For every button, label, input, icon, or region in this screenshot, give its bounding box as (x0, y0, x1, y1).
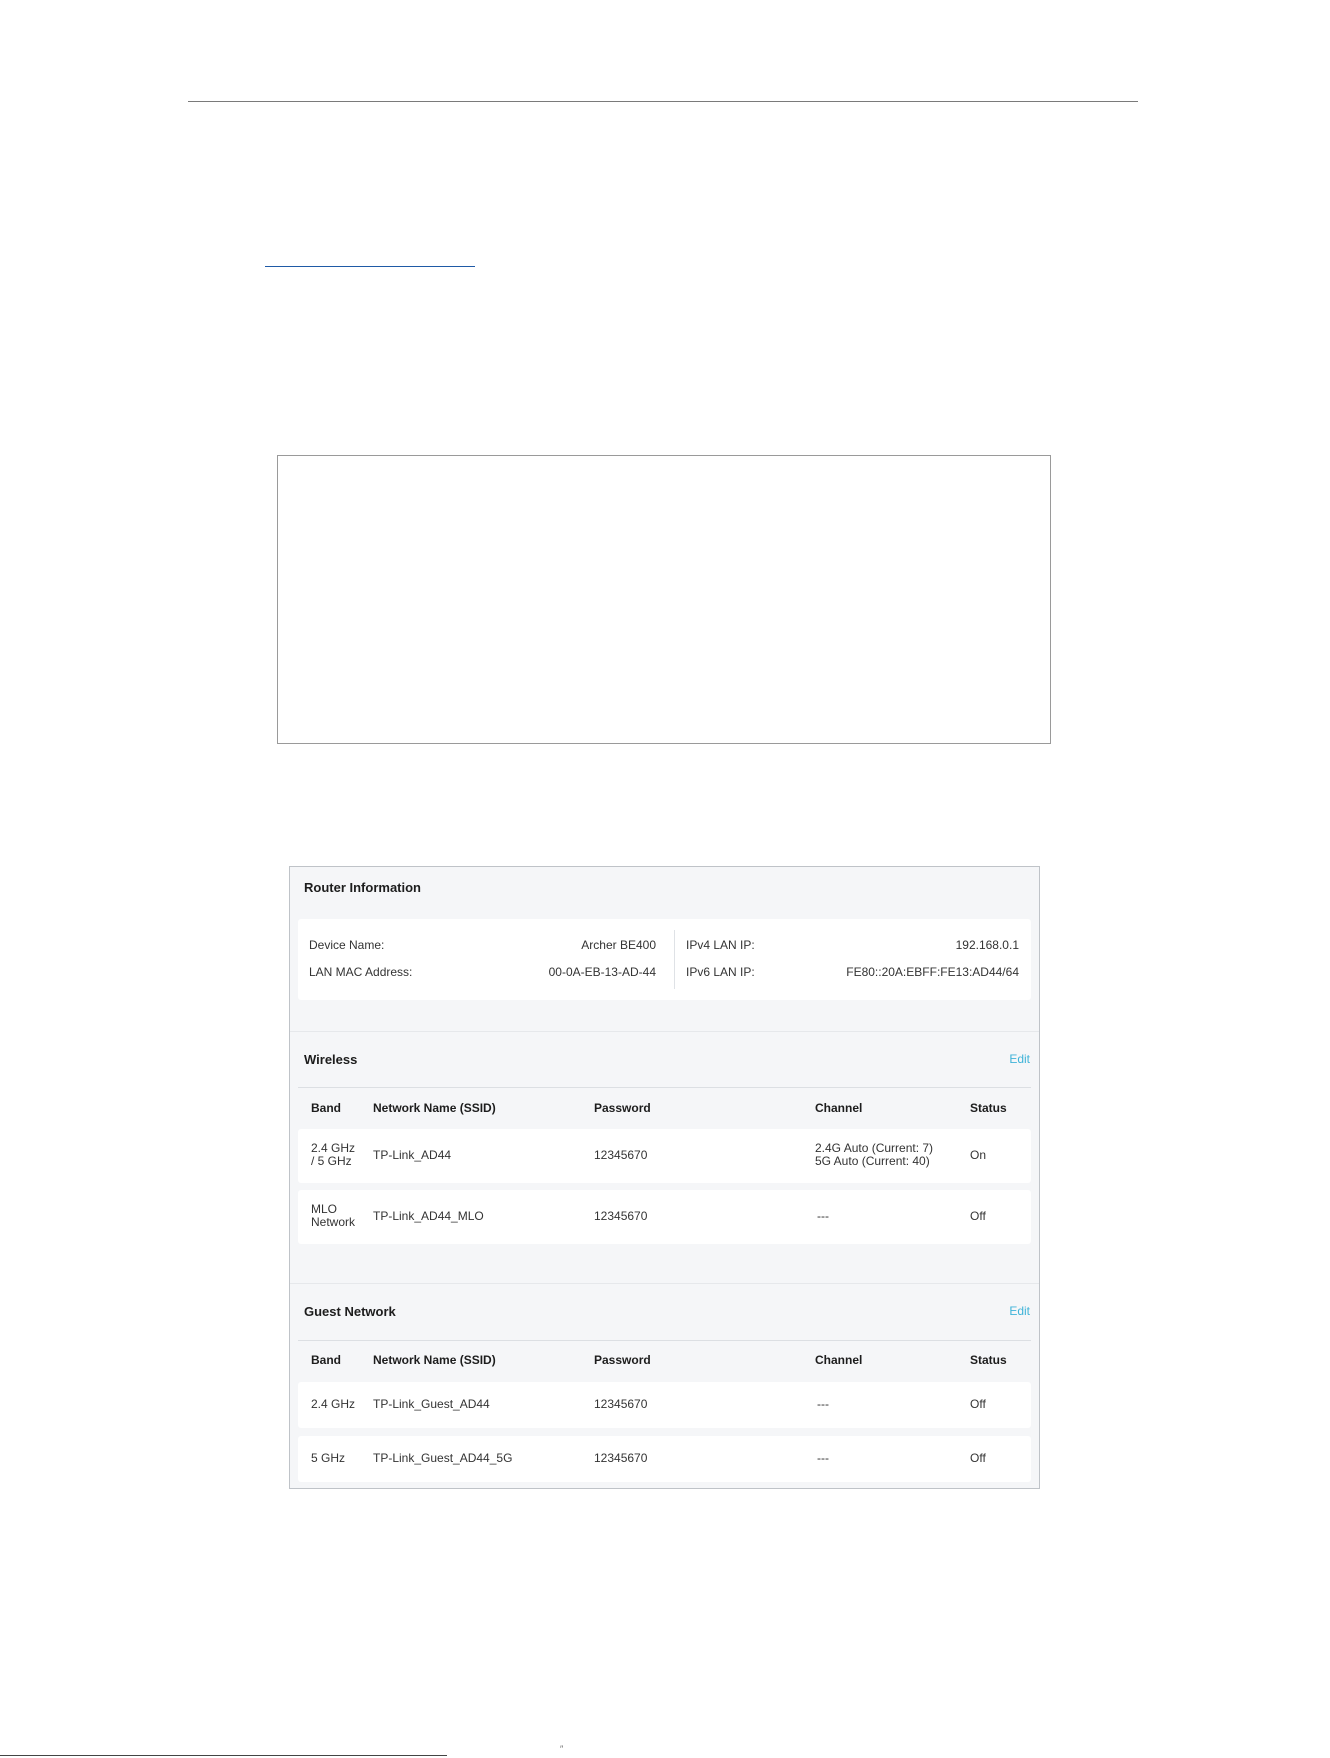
guest-header-rule (298, 1340, 1031, 1341)
ipv4-label: IPv4 LAN IP: (686, 938, 755, 952)
guest-title: Guest Network (304, 1304, 396, 1319)
table-row: MLO Network TP-Link_AD44_MLO 12345670 --… (298, 1190, 1031, 1244)
table-row: 5 GHz TP-Link_Guest_AD44_5G 12345670 ---… (298, 1436, 1031, 1482)
section-separator (290, 1283, 1039, 1284)
ipv4-value: 192.168.0.1 (955, 938, 1019, 952)
guest-col-channel: Channel (815, 1353, 863, 1367)
ssid-cell: TP-Link_Guest_AD44 (373, 1397, 490, 1411)
status-panel: Router Information Device Name: Archer B… (289, 866, 1040, 1489)
channel-cell: --- (817, 1209, 829, 1223)
guest-col-ssid: Network Name (SSID) (373, 1353, 496, 1367)
band-cell: 5 GHz (311, 1451, 346, 1465)
status-cell: Off (970, 1209, 986, 1223)
password-cell: 12345670 (594, 1209, 648, 1223)
wireless-col-status: Status (970, 1101, 1007, 1115)
ssid-cell: TP-Link_AD44 (373, 1148, 452, 1162)
ssid-cell: TP-Link_Guest_AD44_5G (373, 1451, 513, 1465)
info-divider (674, 930, 675, 989)
band-cell: 2.4 GHz (311, 1397, 356, 1411)
ipv6-label: IPv6 LAN IP: (686, 965, 755, 979)
wireless-col-band: Band (311, 1101, 341, 1115)
router-info-card: Device Name: Archer BE400 LAN MAC Addres… (298, 919, 1031, 1000)
status-cell: On (970, 1148, 987, 1162)
band-cell: MLO Network (311, 1202, 356, 1229)
table-row: 2.4 GHz / 5 GHz TP-Link_AD44 12345670 2.… (298, 1129, 1031, 1183)
router-info-title: Router Information (304, 880, 421, 895)
wireless-edit-link[interactable]: Edit (1009, 1052, 1030, 1066)
wireless-header-rule (298, 1087, 1031, 1088)
footer-mark: ″ (560, 1744, 564, 1754)
guest-col-status: Status (970, 1353, 1007, 1367)
password-cell: 12345670 (594, 1397, 648, 1411)
device-name-value: Archer BE400 (581, 938, 656, 952)
wireless-col-password: Password (594, 1101, 651, 1115)
channel-cell: --- (817, 1397, 829, 1411)
status-cell: Off (970, 1397, 986, 1411)
hyperlink-underline[interactable] (265, 266, 475, 267)
lan-mac-value: 00-0A-EB-13-AD-44 (548, 965, 656, 979)
device-name-label: Device Name: (309, 938, 385, 952)
ssid-cell: TP-Link_AD44_MLO (373, 1209, 484, 1223)
section-separator (290, 1031, 1039, 1032)
footer-rule (0, 1755, 447, 1756)
page-header-rule (188, 101, 1138, 102)
lan-mac-label: LAN MAC Address: (309, 965, 413, 979)
channel-cell: 2.4G Auto (Current: 7) 5G Auto (Current:… (815, 1141, 934, 1168)
ipv6-value: FE80::20A:EBFF:FE13:AD44/64 (846, 965, 1019, 979)
status-cell: Off (970, 1451, 986, 1465)
channel-cell: --- (817, 1451, 829, 1465)
password-cell: 12345670 (594, 1148, 648, 1162)
note-box (277, 455, 1051, 744)
guest-edit-link[interactable]: Edit (1009, 1304, 1030, 1318)
wireless-title: Wireless (304, 1052, 358, 1067)
band-cell: 2.4 GHz / 5 GHz (311, 1141, 356, 1168)
guest-col-band: Band (311, 1353, 341, 1367)
guest-col-password: Password (594, 1353, 651, 1367)
wireless-col-ssid: Network Name (SSID) (373, 1101, 496, 1115)
table-row: 2.4 GHz TP-Link_Guest_AD44 12345670 --- … (298, 1382, 1031, 1428)
password-cell: 12345670 (594, 1451, 648, 1465)
wireless-col-channel: Channel (815, 1101, 863, 1115)
